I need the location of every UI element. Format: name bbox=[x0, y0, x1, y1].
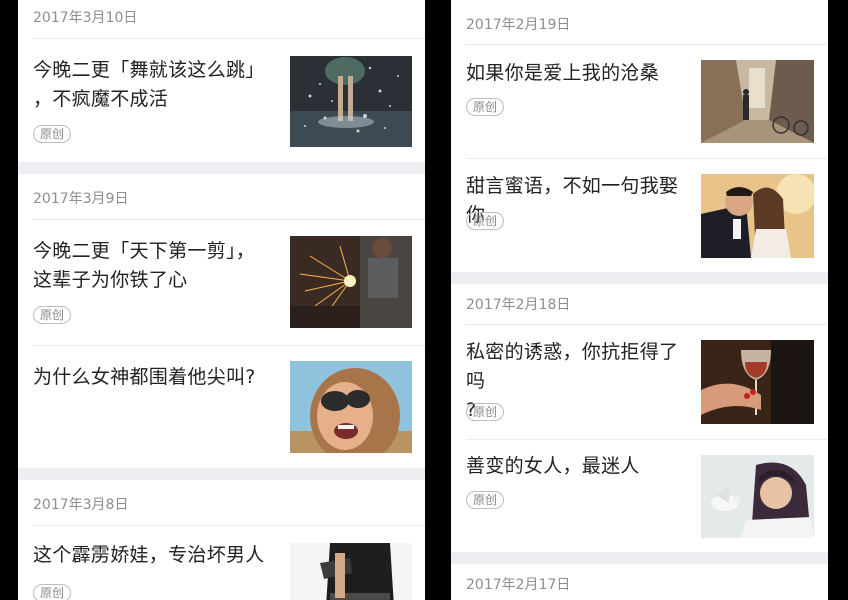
date-label: 2017年3月8日 bbox=[33, 497, 129, 513]
article-title: 今晚二更「舞就该这么跳」 ，不疯魔不成活 bbox=[33, 59, 265, 110]
article-title: 为什么女神都围着他尖叫? bbox=[33, 366, 256, 388]
original-badge: 原创 bbox=[466, 98, 505, 116]
article-title: 今晚二更「天下第一剪」， 这辈子为你铁了心 bbox=[33, 240, 256, 291]
article-list-right: 2017年2月19日 如果你是爱上我的沧桑 原创 甜言蜜语，不如一句我娶你 原创… bbox=[451, 0, 828, 600]
article-title: 善变的女人，最迷人 bbox=[466, 455, 640, 477]
date-section: 2017年2月17日 bbox=[451, 564, 828, 600]
date-label: 2017年2月18日 bbox=[466, 297, 571, 313]
date-label: 2017年2月19日 bbox=[466, 17, 571, 33]
date-section: 2017年2月18日 私密的诱惑，你抗拒得了吗 ? 原创 善变的女人，最迷人 原… bbox=[451, 284, 828, 552]
article-item[interactable]: 私密的诱惑，你抗拒得了吗 ? 原创 bbox=[451, 325, 828, 439]
date-section: 2017年3月8日 这个霹雳娇娃，专治坏男人 原创 bbox=[18, 480, 425, 600]
article-title: 如果你是爱上我的沧桑 bbox=[466, 62, 660, 84]
dancer-splash-photo bbox=[290, 56, 412, 147]
wine-glass-photo bbox=[701, 340, 814, 424]
alley-street-photo bbox=[701, 60, 814, 143]
date-section: 2017年2月19日 如果你是爱上我的沧桑 原创 甜言蜜语，不如一句我娶你 原创 bbox=[451, 0, 828, 272]
article-title: 这个霹雳娇娃，专治坏男人 bbox=[33, 544, 265, 566]
original-badge: 原创 bbox=[466, 212, 505, 230]
section-gap bbox=[18, 162, 425, 174]
article-item[interactable]: 为什么女神都围着他尖叫? bbox=[18, 346, 425, 468]
original-badge: 原创 bbox=[33, 306, 72, 324]
date-section: 2017年3月10日 今晚二更「舞就该这么跳」 ，不疯魔不成活 原创 bbox=[18, 0, 425, 162]
date-label: 2017年3月10日 bbox=[33, 10, 138, 26]
original-badge: 原创 bbox=[466, 403, 505, 421]
woman-with-gun-photo bbox=[290, 543, 412, 600]
article-item[interactable]: 这个霹雳娇娃，专治坏男人 原创 bbox=[18, 526, 425, 600]
article-list-left: 2017年3月10日 今晚二更「舞就该这么跳」 ，不疯魔不成活 原创 2017年… bbox=[18, 0, 425, 600]
original-badge: 原创 bbox=[33, 584, 72, 600]
date-section: 2017年3月9日 今晚二更「天下第一剪」， 这辈子为你铁了心 原创 为什么女神… bbox=[18, 174, 425, 468]
wedding-couple-photo bbox=[701, 174, 814, 258]
original-badge: 原创 bbox=[466, 491, 505, 509]
article-item[interactable]: 善变的女人，最迷人 原创 bbox=[451, 440, 828, 552]
section-gap bbox=[18, 468, 425, 480]
metal-sparks-photo bbox=[290, 236, 412, 328]
original-badge: 原创 bbox=[33, 125, 72, 143]
article-item[interactable]: 今晚二更「天下第一剪」， 这辈子为你铁了心 原创 bbox=[18, 220, 425, 345]
section-gap bbox=[451, 272, 828, 284]
section-gap bbox=[451, 552, 828, 564]
date-label: 2017年2月17日 bbox=[466, 577, 571, 593]
woman-with-dove-photo bbox=[701, 455, 814, 538]
laughing-woman-sunglasses-photo bbox=[290, 361, 412, 453]
article-item[interactable]: 如果你是爱上我的沧桑 原创 bbox=[451, 45, 828, 158]
article-item[interactable]: 今晚二更「舞就该这么跳」 ，不疯魔不成活 原创 bbox=[18, 39, 425, 162]
date-label: 2017年3月9日 bbox=[33, 191, 129, 207]
article-item[interactable]: 甜言蜜语，不如一句我娶你 原创 bbox=[451, 159, 828, 272]
